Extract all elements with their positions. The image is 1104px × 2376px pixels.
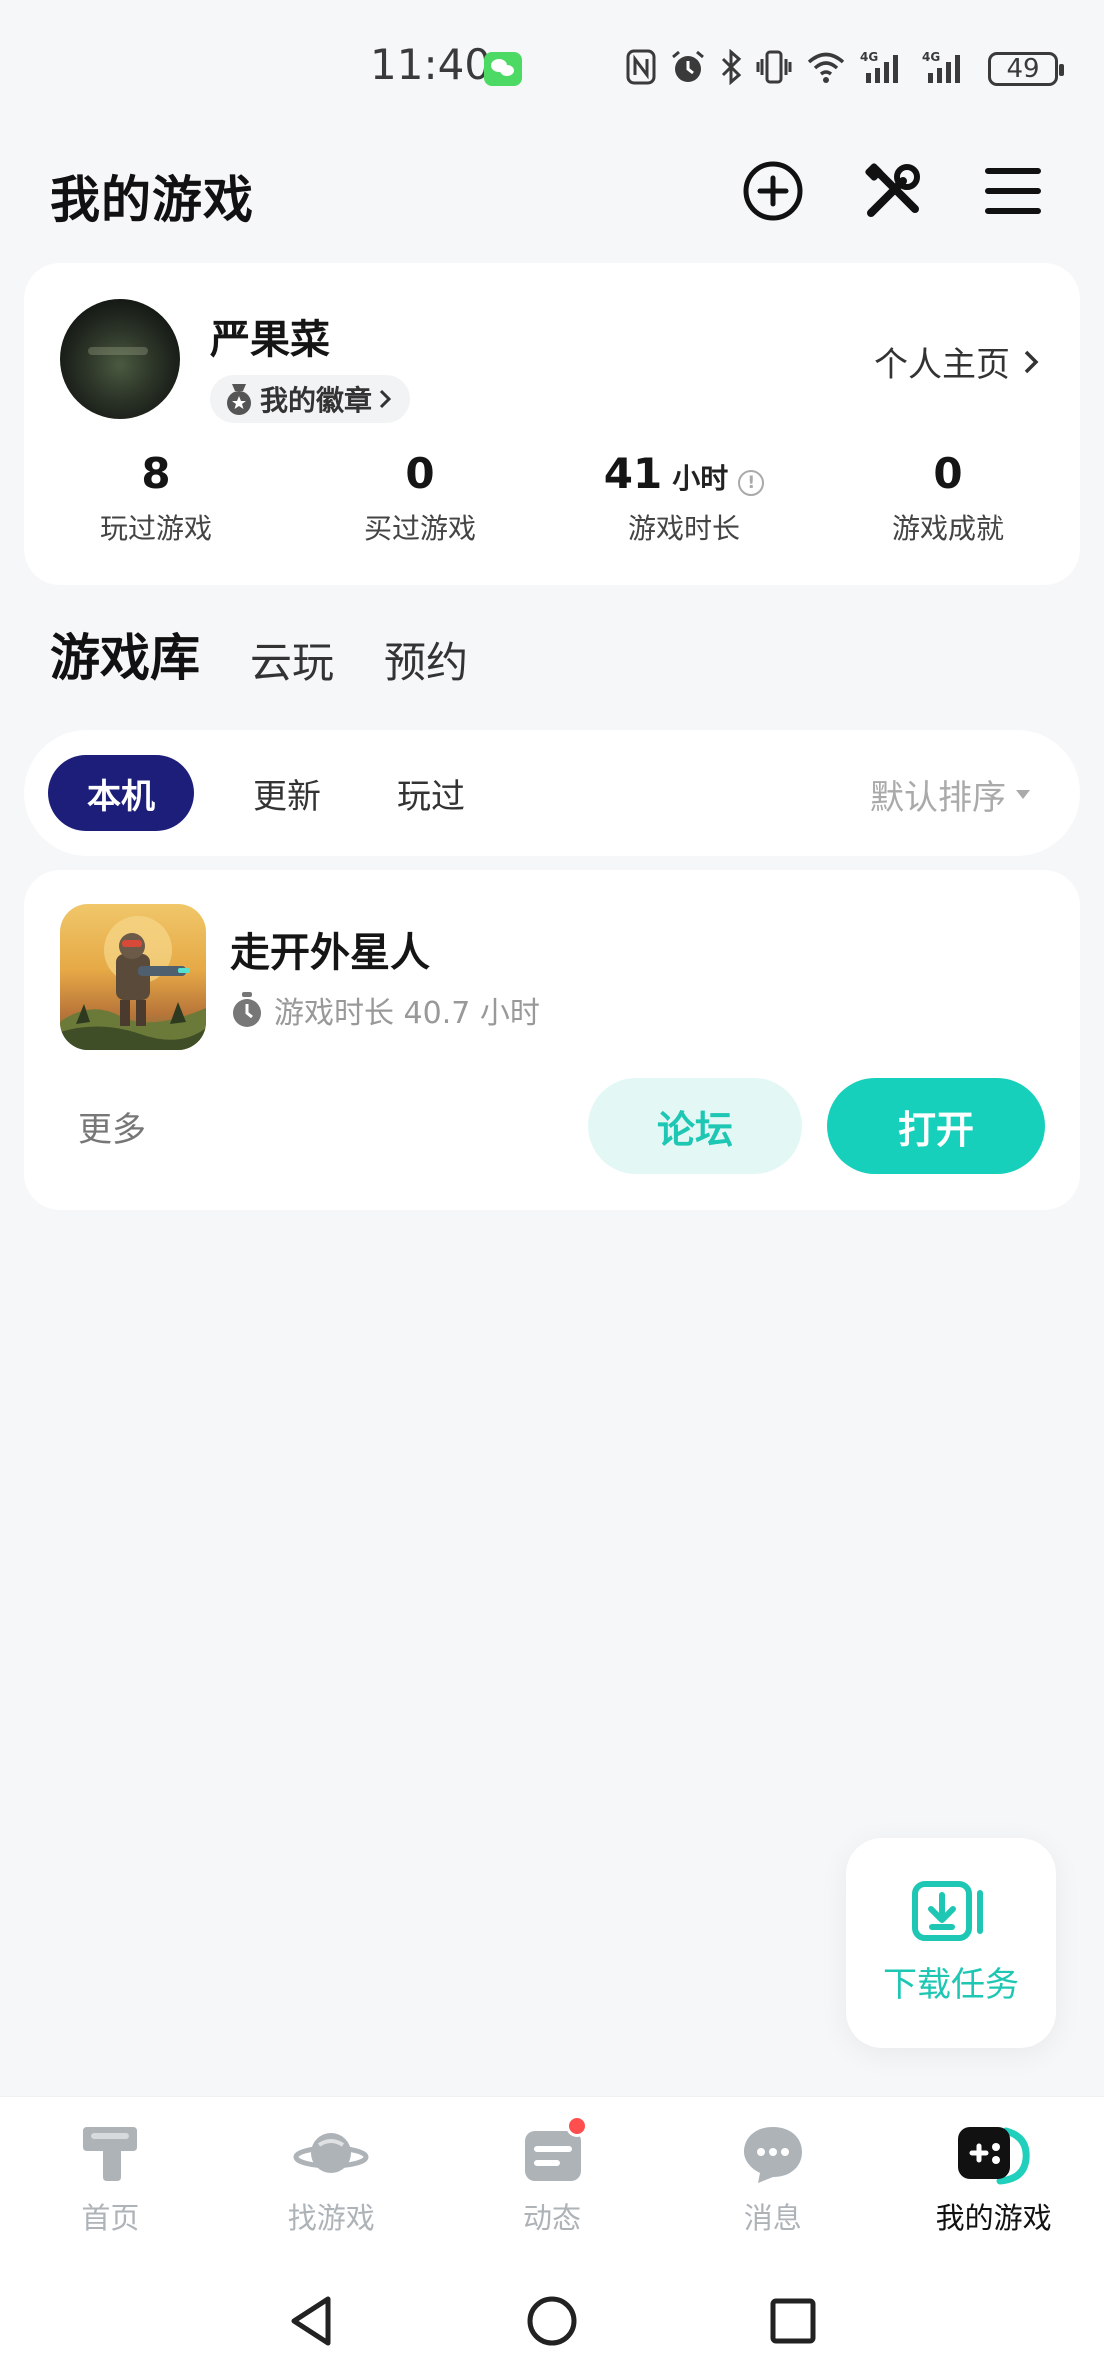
sort-label: 默认排序 [870,778,1006,818]
status-icons: 4G 4G [626,44,970,90]
forum-button[interactable]: 论坛 [588,1078,802,1174]
status-bar: 11:40 4G 4G 49 [0,0,1104,135]
signal-4g-icon: 4G [860,50,898,83]
filter-chip-played[interactable]: 玩过 [358,755,504,831]
page-title: 我的游戏 [50,171,254,229]
filter-chip-local[interactable]: 本机 [48,755,194,831]
stopwatch-icon [233,992,261,1027]
stat-unit: 小时 [672,462,729,495]
tab-reservations[interactable]: 预约 [384,629,468,690]
home-circle-icon [527,2296,577,2346]
my-badges-button[interactable]: 我的徽章 [210,375,411,423]
svg-text:4G: 4G [860,50,878,64]
stat-value: 41 [603,449,663,498]
nav-label: 找游戏 [287,2201,375,2235]
stats-row: 8 玩过游戏 0 买过游戏 41 小时 ! 游戏时长 0 游戏成就 [24,449,1080,547]
stat-label: 游戏成就 [891,512,1004,545]
notification-dot [565,2115,588,2137]
back-triangle-icon [291,2296,331,2346]
recents-button[interactable] [758,2286,828,2356]
system-nav-bar [0,2266,1104,2376]
recents-square-icon [770,2298,816,2344]
stat-games-bought[interactable]: 0 买过游戏 [288,449,552,547]
home-icon [83,2127,138,2181]
game-playtime: 游戏时长 40.7 小时 [230,988,540,1032]
nav-label: 消息 [743,2201,802,2235]
stat-value: 8 [141,449,171,498]
wechat-notification-icon [484,52,522,86]
personal-homepage-link[interactable]: 个人主页 [874,337,1040,386]
profile-card: 严果菜 我的徽章 个人主页 8 玩过游戏 0 买过游戏 41 小时 ! 游戏时长… [24,263,1080,585]
message-icon [743,2127,802,2183]
download-tasks-button[interactable]: 下载任务 [846,1838,1056,2048]
avatar[interactable] [60,299,180,419]
stat-games-played[interactable]: 8 玩过游戏 [24,449,288,547]
stat-label: 买过游戏 [363,512,476,545]
username: 严果菜 [210,317,330,363]
stat-label: 游戏时长 [627,512,740,545]
game-card[interactable]: 走开外星人 游戏时长 40.7 小时 更多 论坛 打开 [24,870,1080,1210]
filter-chip-updates[interactable]: 更新 [214,755,360,831]
nav-feed[interactable]: 动态 [442,2097,663,2266]
personal-homepage-label: 个人主页 [874,345,1010,385]
nav-label: 首页 [81,2201,140,2235]
menu-icon [985,168,1041,214]
tools-icon [865,163,920,217]
nav-my-games[interactable]: 我的游戏 [883,2097,1104,2266]
my-games-screen: 11:40 4G 4G 49 我的游戏 严果菜 我的徽章 个人主页 8 玩过游戏… [0,0,1104,2376]
add-game-button[interactable] [740,158,806,224]
wifi-icon [807,52,845,83]
open-button[interactable]: 打开 [827,1078,1045,1174]
info-icon[interactable]: ! [738,470,765,496]
sort-dropdown[interactable]: 默认排序 [870,770,1030,819]
medal-icon [227,384,251,415]
tab-cloud-play[interactable]: 云玩 [250,629,334,690]
add-icon [743,161,803,221]
nfc-icon [626,49,656,85]
back-button[interactable] [276,2286,346,2356]
chevron-right-icon [379,389,392,409]
download-tasks-label: 下载任务 [883,1964,1019,2005]
stat-value: 0 [933,449,963,498]
nav-discover[interactable]: 找游戏 [221,2097,442,2266]
filter-bar: 本机 更新 玩过 默认排序 [24,730,1080,856]
signal-4g-icon: 4G [922,50,960,83]
tools-button[interactable] [860,158,926,224]
bluetooth-icon [721,49,742,85]
tab-game-library[interactable]: 游戏库 [50,618,200,690]
home-button[interactable] [517,2286,587,2356]
caret-down-icon [1016,790,1030,799]
gamepad-icon [957,2127,1030,2185]
more-button[interactable]: 更多 [78,1102,146,1151]
stat-play-time[interactable]: 41 小时 ! 游戏时长 [552,449,816,547]
nav-home[interactable]: 首页 [0,2097,221,2266]
bottom-nav: 首页 找游戏 动态 消息 我的游戏 [0,2096,1104,2266]
stat-achievements[interactable]: 0 游戏成就 [816,449,1080,547]
nav-label: 我的游戏 [935,2201,1052,2235]
chevron-right-icon [1024,350,1039,373]
game-artwork [60,916,206,1050]
svg-text:4G: 4G [922,50,940,64]
stat-value: 0 [405,449,435,498]
game-name: 走开外星人 [230,930,430,976]
status-time: 11:40 [370,40,492,89]
nav-messages[interactable]: 消息 [662,2097,883,2266]
alarm-icon [672,50,704,82]
stat-label: 玩过游戏 [99,512,212,545]
planet-icon [293,2133,369,2173]
nav-label: 动态 [522,2201,581,2235]
vibrate-icon [756,50,792,84]
game-icon[interactable] [60,904,206,1050]
playtime-text: 游戏时长 40.7 小时 [274,996,540,1031]
battery-icon: 49 [988,52,1064,86]
menu-button[interactable] [980,158,1046,224]
download-icon [912,1880,983,1941]
my-badges-label: 我的徽章 [260,384,373,417]
library-tabs: 游戏库 云玩 预约 [50,620,468,690]
